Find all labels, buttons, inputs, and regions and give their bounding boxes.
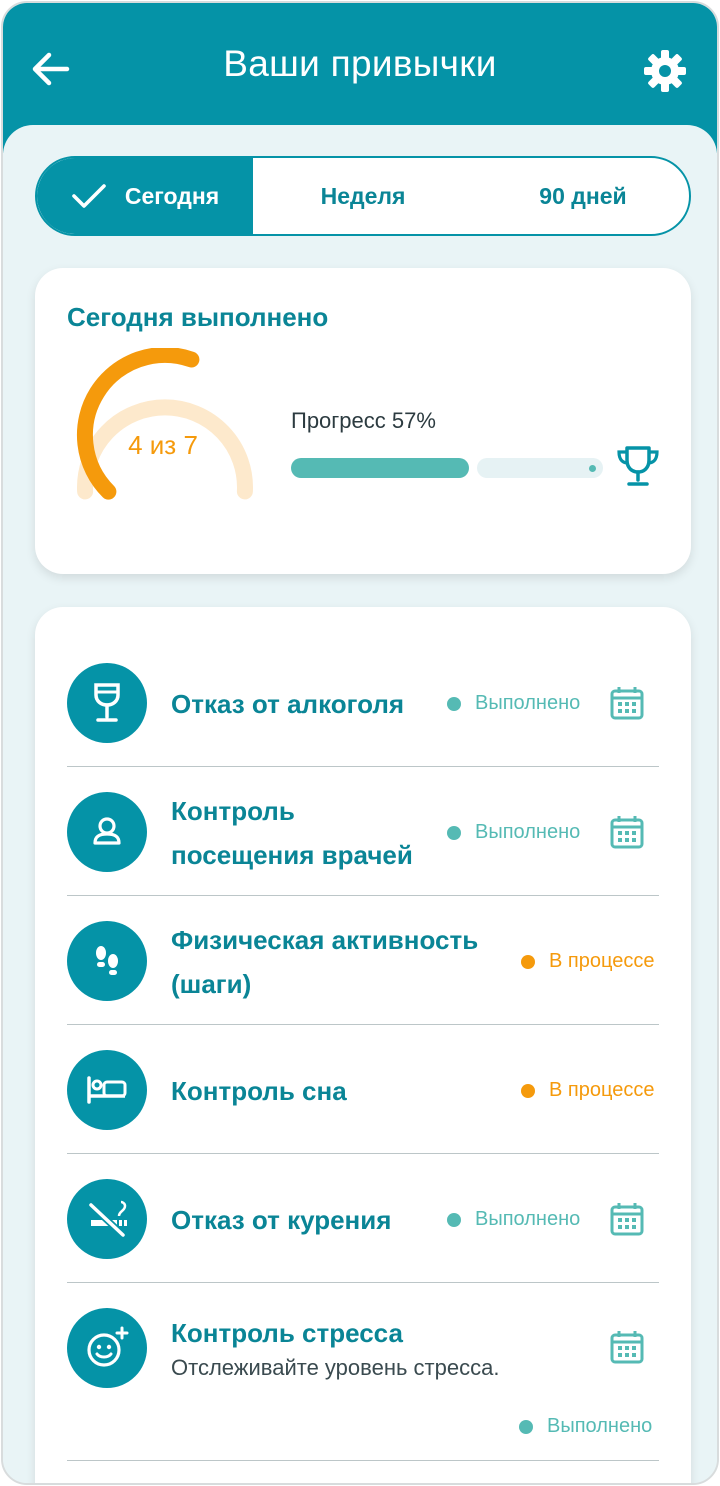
status-dot xyxy=(521,1083,535,1098)
tab-week-label: Неделя xyxy=(320,182,406,209)
status-dot xyxy=(519,1419,533,1434)
trophy-icon xyxy=(617,446,659,486)
tab-today[interactable]: Сегодня xyxy=(37,158,253,234)
progress-bar-fill xyxy=(291,458,469,478)
habit-description: Отслеживайте уровень стресса. xyxy=(171,1355,500,1380)
calendar-icon[interactable] xyxy=(609,685,645,721)
status-text: Выполнено xyxy=(475,821,581,843)
status-badge: Выполнено xyxy=(519,1415,652,1438)
footsteps-icon xyxy=(96,946,118,975)
tab-today-label: Сегодня xyxy=(124,182,220,209)
no-smoking-icon xyxy=(88,1200,127,1238)
habit-stress[interactable]: Контроль стресса Отслеживайте уровень ст… xyxy=(67,1283,659,1461)
tab-90-days-label: 90 дней xyxy=(539,182,627,209)
habit-icon-circle xyxy=(67,921,147,1001)
status-text: Выполнено xyxy=(475,692,581,714)
habit-name: Отказ от курения xyxy=(171,1205,392,1235)
habit-physical-activity[interactable]: Физическая активность (шаги) В процессе xyxy=(67,896,659,1025)
status-dot xyxy=(447,1212,461,1227)
divider xyxy=(67,1460,659,1461)
habit-icon-circle xyxy=(67,1050,147,1130)
status-text: В процессе xyxy=(549,1079,655,1101)
status-badge: Выполнено xyxy=(447,1208,580,1231)
settings-button[interactable] xyxy=(641,47,689,95)
doctor-icon xyxy=(93,817,121,845)
status-badge: В процессе xyxy=(521,1079,654,1102)
progress-bar-remaining xyxy=(477,458,603,478)
status-text: Выполнено xyxy=(475,1208,581,1230)
habit-icon-circle xyxy=(67,663,147,743)
status-badge: В процессе xyxy=(521,950,654,973)
habit-name: Контроль стресса xyxy=(171,1318,403,1348)
habit-icon-circle xyxy=(67,792,147,872)
habit-name-line1: Контроль xyxy=(171,796,295,826)
habit-doctor-visits[interactable]: Контроль посещения врачей Выполнено xyxy=(67,767,659,896)
smiley-plus-icon xyxy=(87,1326,129,1367)
status-text: В процессе xyxy=(549,950,655,972)
content-area: Сегодня Неделя 90 дней Сегодня выполнено… xyxy=(3,125,717,1483)
habit-sleep[interactable]: Контроль сна В процессе xyxy=(67,1025,659,1154)
tab-90-days[interactable]: 90 дней xyxy=(473,158,689,234)
habit-name: Контроль сна xyxy=(171,1076,347,1106)
habit-smoking[interactable]: Отказ от курения Выполнено xyxy=(67,1154,659,1283)
gear-icon xyxy=(644,50,686,92)
habit-name-line2: посещения врачей xyxy=(171,840,413,870)
progress-label: Прогресс 57% xyxy=(291,408,436,433)
wine-glass-icon xyxy=(94,683,120,722)
app-screen: Ваши привычки Сегодня Неделя 90 дней Сег… xyxy=(1,1,719,1485)
habit-alcohol[interactable]: Отказ от алкоголя Выполнено xyxy=(67,645,659,767)
status-badge: Выполнено xyxy=(447,692,580,715)
habits-list: Отказ от алкоголя Выполнено Контроль пос… xyxy=(35,607,691,1483)
habit-name-line2: (шаги) xyxy=(171,969,252,999)
bed-icon xyxy=(87,1076,127,1104)
status-dot xyxy=(447,696,461,711)
status-text: Выполнено xyxy=(547,1415,653,1437)
today-summary-card: Сегодня выполнено 4 из 7 Прогресс 57% xyxy=(35,268,691,574)
calendar-icon[interactable] xyxy=(609,1329,645,1365)
status-dot xyxy=(521,954,535,969)
completion-gauge xyxy=(77,348,253,500)
calendar-icon[interactable] xyxy=(609,814,645,850)
habit-name-line1: Физическая активность xyxy=(171,925,479,955)
page-title: Ваши привычки xyxy=(223,43,497,84)
status-dot xyxy=(447,825,461,840)
tab-week[interactable]: Неделя xyxy=(253,158,473,234)
summary-title: Сегодня выполнено xyxy=(67,302,329,332)
habit-name: Отказ от алкоголя xyxy=(171,689,405,719)
habit-icon-circle xyxy=(67,1308,147,1388)
period-tabs: Сегодня Неделя 90 дней xyxy=(35,156,691,236)
habit-icon-circle xyxy=(67,1179,147,1259)
status-badge: Выполнено xyxy=(447,821,580,844)
progress-bar xyxy=(291,458,603,478)
check-icon xyxy=(72,184,106,208)
gauge-label: 4 из 7 xyxy=(128,430,198,460)
calendar-icon[interactable] xyxy=(609,1201,645,1237)
progress-bar-end-dot xyxy=(589,465,596,472)
